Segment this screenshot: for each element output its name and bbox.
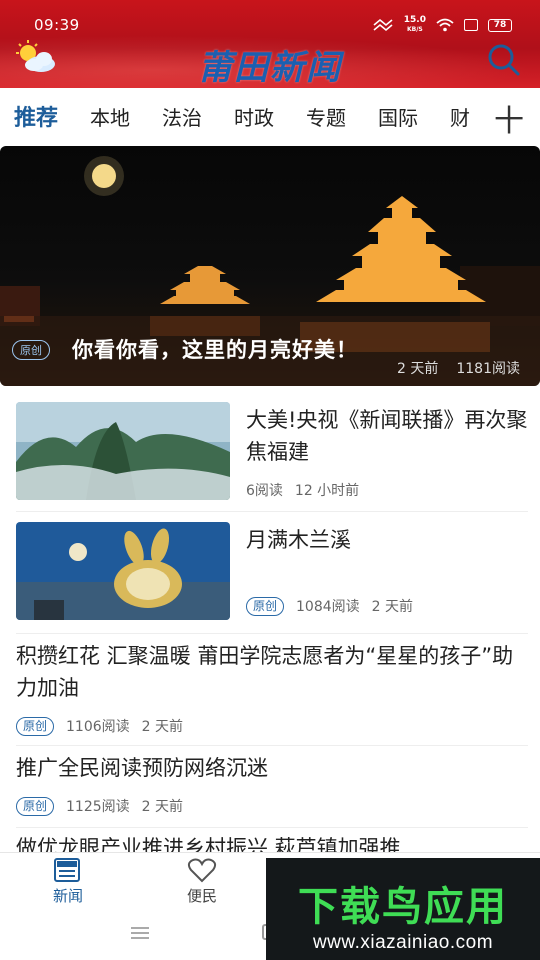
status-time: 09:39 (34, 16, 80, 34)
article-reads: 1106阅读 (66, 719, 130, 735)
original-tag: 原创 (16, 796, 55, 816)
news-icon (54, 858, 80, 882)
category-tabs: 推荐 本地 法治 时政 专题 国际 财 十 (0, 88, 540, 144)
heart-icon (187, 858, 217, 883)
hero-time: 2 天前 (397, 361, 439, 377)
original-tag: 原创 (246, 596, 285, 616)
article-meta: 6阅读 12 小时前 (246, 480, 359, 500)
sim-icon (464, 19, 478, 31)
list-item-partial[interactable]: 做优龙眼产业推进乡村振兴 萩芦镇加强推 (16, 832, 536, 854)
article-meta: 原创 1084阅读 2 天前 (246, 596, 413, 616)
original-tag: 原创 (16, 716, 55, 736)
article-title: 推广全民阅读预防网络沉迷 (16, 756, 268, 780)
article-thumbnail (16, 402, 230, 500)
status-icons: 15.0 KB/S 78 (372, 16, 512, 34)
article-title: 月满木兰溪 (246, 528, 351, 552)
tab-international[interactable]: 国际 (378, 102, 418, 131)
tab-recommend[interactable]: 推荐 (14, 100, 58, 132)
article-meta: 原创 1125阅读 2 天前 (16, 796, 183, 816)
wifi-icon (436, 18, 454, 32)
network-speed-value: 15.0 (403, 15, 426, 25)
brand-logo: 莆田新闻 (198, 48, 342, 88)
tab-politics[interactable]: 时政 (234, 102, 274, 131)
nav-news-label: 新闻 (52, 887, 83, 905)
status-bar: 09:39 15.0 KB/S 78 (0, 0, 540, 36)
article-reads: 6阅读 (246, 483, 283, 499)
watermark-url: www.xiazainiao.com (312, 932, 494, 953)
battery-level: 78 (488, 18, 512, 32)
article-reads: 1125阅读 (66, 799, 130, 815)
article-title: 大美!央视《新闻联播》再次聚焦福建 (246, 408, 528, 464)
add-tab-button[interactable]: 十 (494, 96, 524, 140)
nav-news[interactable]: 新闻 (38, 857, 98, 906)
hero-meta: 2 天前 1181阅读 (397, 358, 520, 378)
hero-title: 你看你看，这里的月亮好美！ (72, 338, 358, 362)
article-meta: 原创 1106阅读 2 天前 (16, 716, 183, 736)
tab-special[interactable]: 专题 (306, 102, 346, 131)
article-time: 2 天前 (371, 599, 414, 615)
list-item[interactable]: 积攒红花 汇聚温暖 莆田学院志愿者为“星星的孩子”助力加油 原创 1106阅读 … (16, 640, 528, 746)
article-time: 2 天前 (141, 719, 184, 735)
nav-services-label: 便民 (186, 887, 217, 905)
tab-law[interactable]: 法治 (162, 102, 202, 131)
hero-original-tag: 原创 (12, 340, 50, 360)
nav-services[interactable]: 便民 (172, 857, 232, 906)
watermark: 下载鸟应用 www.xiazainiao.com (266, 858, 540, 960)
article-title: 做优龙眼产业推进乡村振兴 萩芦镇加强推 (16, 836, 401, 854)
hero-reads: 1181阅读 (456, 361, 520, 377)
search-icon[interactable] (486, 42, 522, 78)
nfc-icon (373, 18, 393, 32)
list-item[interactable]: 推广全民阅读预防网络沉迷 原创 1125阅读 2 天前 (16, 752, 528, 828)
article-time: 12 小时前 (294, 483, 360, 499)
menu-icon[interactable] (131, 926, 149, 940)
watermark-text: 下载鸟应用 (298, 884, 508, 930)
tab-local[interactable]: 本地 (90, 102, 130, 131)
list-item[interactable]: 大美!央视《新闻联播》再次聚焦福建 6阅读 12 小时前 (16, 402, 528, 512)
article-thumbnail (16, 522, 230, 620)
network-speed-unit: KB/S (407, 26, 423, 33)
article-reads: 1084阅读 (296, 599, 360, 615)
article-time: 2 天前 (141, 799, 184, 815)
tab-finance[interactable]: 财 (450, 102, 470, 131)
list-item[interactable]: 月满木兰溪 原创 1084阅读 2 天前 (16, 522, 528, 634)
app-header: 09:39 15.0 KB/S 78 莆田新闻 (0, 0, 540, 88)
article-title: 积攒红花 汇聚温暖 莆田学院志愿者为“星星的孩子”助力加油 (16, 644, 514, 700)
hero-banner[interactable]: 原创 你看你看，这里的月亮好美！ 2 天前 1181阅读 (0, 146, 540, 386)
network-speed: 15.0 KB/S (404, 16, 426, 34)
